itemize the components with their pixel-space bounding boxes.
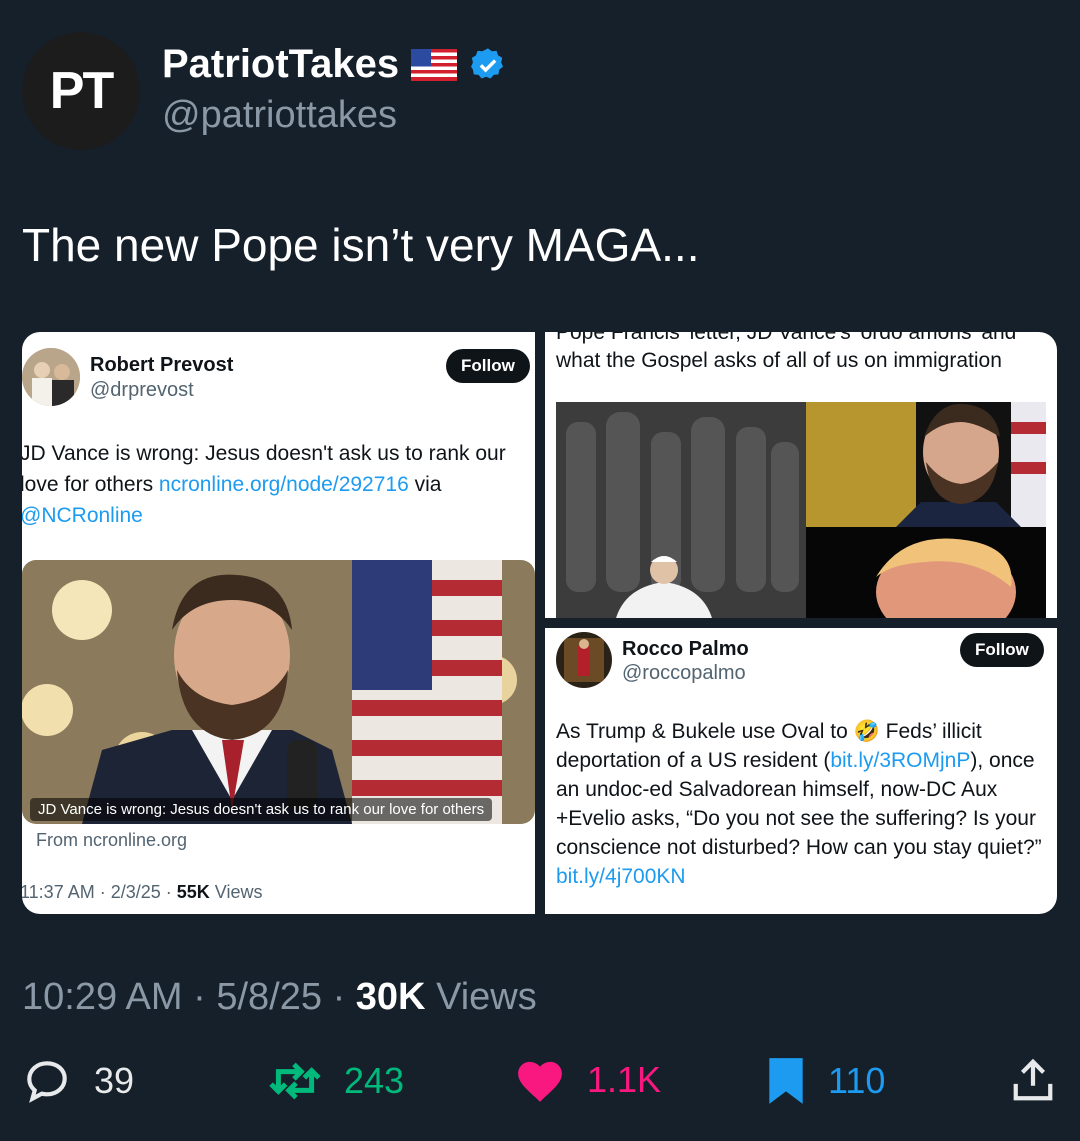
account-name[interactable]: PatriotTakes <box>162 42 399 87</box>
prevost-text-via: via <box>408 473 442 496</box>
prevost-handle[interactable]: @drprevost <box>90 379 194 402</box>
vance-photo <box>22 560 535 824</box>
article-collage-image[interactable] <box>556 402 1046 618</box>
prevost-avatar[interactable] <box>22 348 80 406</box>
tweet-time[interactable]: 10:29 AM <box>22 976 183 1018</box>
palmo-avatar[interactable] <box>556 632 612 688</box>
retweet-icon <box>269 1062 321 1100</box>
palmo-avatar-image <box>556 632 612 688</box>
bookmark-count: 110 <box>828 1060 886 1101</box>
tweet-text: The new Pope isn’t very MAGA... <box>22 219 700 271</box>
heart-icon <box>518 1061 562 1102</box>
follow-button-prevost[interactable]: Follow <box>446 349 530 383</box>
retweet-button[interactable]: 243 <box>268 1056 404 1106</box>
follow-button-palmo[interactable]: Follow <box>960 633 1044 667</box>
account-name-row[interactable]: PatriotTakes <box>162 42 507 87</box>
tweet-meta: 10:29 AM · 5/8/25 · 30K Views <box>22 976 537 1019</box>
account-avatar[interactable]: PT <box>22 32 140 150</box>
embedded-article-ncr[interactable]: Pope Francis' letter, JD Vance's 'ordo a… <box>545 332 1057 618</box>
ncronline-mention[interactable]: @NCRonline <box>22 504 143 527</box>
share-button[interactable] <box>1010 1056 1056 1104</box>
bookmark-button[interactable]: 110 <box>766 1056 885 1106</box>
prevost-views-label: Views <box>209 882 263 902</box>
avatar-text: PT <box>49 62 114 120</box>
prevost-views-count: 55K <box>176 882 210 902</box>
verified-badge-icon <box>471 47 504 78</box>
bookmark-icon <box>769 1058 803 1104</box>
reply-count: 39 <box>94 1060 135 1101</box>
laughing-emoji-icon: 🤣 <box>853 720 880 743</box>
palmo-tweet-text: As Trump & Bukele use Oval to 🤣 Feds’ il… <box>556 717 1046 891</box>
meta-separator: · <box>332 976 346 1018</box>
us-flag-icon <box>411 48 458 81</box>
tweet-date[interactable]: 5/8/25 <box>216 976 322 1018</box>
prevost-time: 11:37 AM · 2/3/25 · <box>22 882 177 902</box>
prevost-name[interactable]: Robert Prevost <box>90 354 233 377</box>
embedded-tweet-prevost[interactable]: Robert Prevost @drprevost Follow JD Vanc… <box>22 332 535 914</box>
collage-photo <box>556 402 1046 618</box>
article-headline: what the Gospel asks of all of us on imm… <box>556 349 1002 372</box>
like-count: 1.1K <box>587 1059 662 1100</box>
prevost-tweet-text: JD Vance is wrong: Jesus doesn't ask us … <box>22 438 535 531</box>
ncronline-link[interactable]: ncronline.org/node/292716 <box>159 473 409 496</box>
palmo-name[interactable]: Rocco Palmo <box>622 638 749 661</box>
reply-icon <box>27 1061 67 1103</box>
palmo-handle[interactable]: @roccopalmo <box>622 662 746 685</box>
image-caption: JD Vance is wrong: Jesus doesn't ask us … <box>30 798 493 821</box>
prevost-avatar-image <box>22 348 80 406</box>
palmo-text-1: As Trump & Bukele use Oval to <box>556 720 854 743</box>
share-icon <box>1013 1058 1053 1101</box>
embedded-tweet-palmo[interactable]: Rocco Palmo @roccopalmo Follow As Trump … <box>545 628 1057 914</box>
article-image-vance[interactable]: JD Vance is wrong: Jesus doesn't ask us … <box>22 560 535 824</box>
meta-separator: · <box>193 976 206 1018</box>
bitly-link-1[interactable]: bit.ly/3ROMjnP <box>830 749 970 772</box>
tweet-views-label: Views <box>436 976 537 1018</box>
tweet-views-count: 30K <box>355 976 426 1018</box>
like-button[interactable]: 1.1K <box>515 1056 661 1104</box>
reply-button[interactable]: 39 <box>22 1056 134 1106</box>
article-source[interactable]: From ncronline.org <box>36 830 187 851</box>
action-bar: 39 243 1.1K 110 <box>0 1056 1080 1116</box>
prevost-timestamp: 11:37 AM · 2/3/25 · 55K Views <box>22 882 263 903</box>
account-handle[interactable]: @patriottakes <box>162 94 397 137</box>
retweet-count: 243 <box>344 1060 405 1101</box>
bitly-link-2[interactable]: bit.ly/4j700KN <box>556 865 686 888</box>
